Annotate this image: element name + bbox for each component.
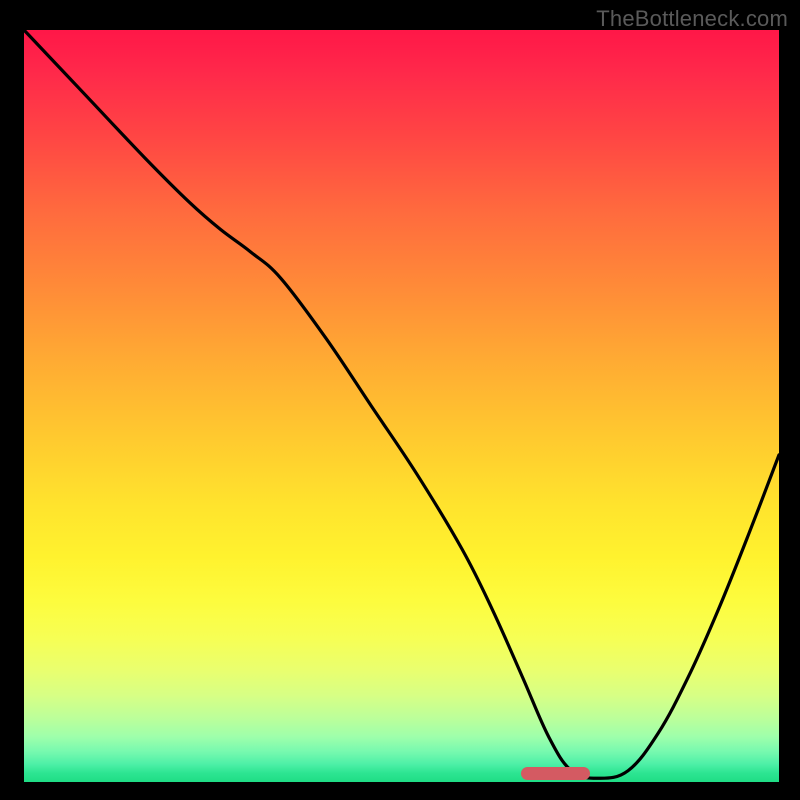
optimal-range-marker: [521, 767, 590, 780]
chart-frame: TheBottleneck.com: [0, 0, 800, 800]
watermark-text: TheBottleneck.com: [596, 6, 788, 32]
plot-area: [24, 30, 779, 782]
bottleneck-curve: [24, 30, 779, 782]
